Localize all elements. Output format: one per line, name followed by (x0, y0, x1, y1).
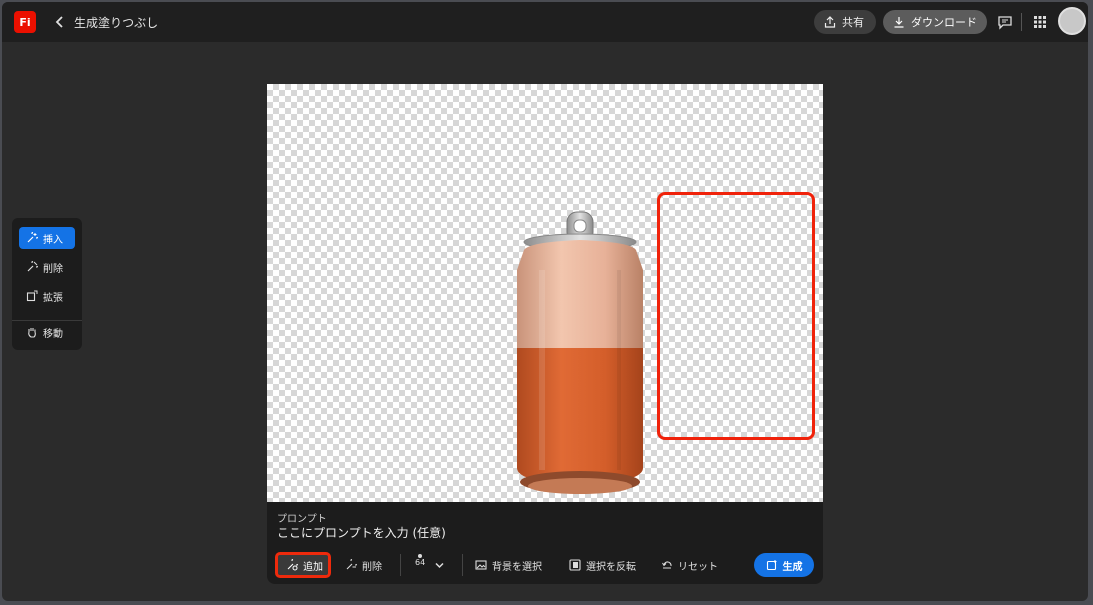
remove-brush-icon (345, 559, 357, 571)
tool-remove-label: 削除 (43, 263, 63, 275)
tool-insert-label: 挿入 (43, 234, 63, 246)
select-background-button[interactable]: 背景を選択 (475, 554, 542, 576)
generate-icon (766, 559, 778, 571)
prompt-input[interactable]: ここにプロンプトを入力 (任意) (277, 524, 446, 541)
tool-move-label: 移動 (43, 328, 63, 340)
remove-label: 削除 (362, 561, 382, 573)
prompt-label: プロンプト (277, 514, 327, 525)
selection-marquee[interactable] (657, 192, 815, 440)
app-logo: Fi (14, 11, 36, 33)
insert-icon (26, 232, 38, 244)
chevron-down-icon[interactable] (435, 554, 444, 576)
reset-label: リセット (678, 561, 718, 573)
share-icon (824, 16, 836, 28)
add-brush-icon (286, 559, 298, 571)
tool-expand-label: 拡張 (43, 292, 63, 304)
invert-selection-button[interactable]: 選択を反転 (569, 554, 636, 576)
download-button[interactable]: ダウンロード (883, 10, 987, 34)
tool-remove[interactable]: 削除 (19, 256, 75, 278)
invert-selection-label: 選択を反転 (586, 561, 636, 573)
brush-size-control[interactable]: 64 (415, 554, 425, 578)
brush-size-value: 64 (415, 558, 426, 567)
tool-panel: 挿入 削除 拡張 移動 (12, 218, 82, 350)
share-button[interactable]: 共有 (814, 10, 876, 34)
chevron-left-icon[interactable] (52, 12, 68, 32)
share-label: 共有 (842, 16, 864, 29)
select-background-label: 背景を選択 (492, 561, 542, 573)
header-divider (1021, 13, 1022, 31)
reset-button[interactable]: リセット (661, 554, 718, 576)
reset-icon (661, 559, 673, 571)
page-title: 生成塗りつぶし (74, 16, 159, 30)
top-bar: Fi 生成塗りつぶし 共有 ダウンロード (2, 2, 1088, 42)
remove-button[interactable]: 削除 (345, 554, 382, 576)
download-icon (893, 16, 905, 28)
app-window: Fi 生成塗りつぶし 共有 ダウンロード 挿入 削除 拡張 移動 プロンプト こ… (2, 2, 1088, 601)
prompt-divider (400, 554, 401, 576)
generate-label: 生成 (782, 561, 803, 573)
tool-move[interactable]: 移動 (19, 321, 75, 343)
generate-button[interactable]: 生成 (754, 553, 814, 577)
remove-icon (26, 261, 38, 273)
prompt-bar: プロンプト ここにプロンプトを入力 (任意) 追加 削除 64 背景を選択 選択… (267, 502, 823, 584)
image-canvas[interactable] (267, 84, 823, 504)
add-button[interactable]: 追加 (275, 552, 331, 578)
invert-icon (569, 559, 581, 571)
download-label: ダウンロード (911, 16, 977, 29)
comment-icon[interactable] (997, 14, 1013, 30)
hand-icon (26, 326, 38, 338)
tool-insert[interactable]: 挿入 (19, 227, 75, 249)
add-label: 追加 (303, 561, 323, 573)
tool-expand[interactable]: 拡張 (19, 285, 75, 307)
apps-grid-icon[interactable] (1032, 14, 1048, 30)
expand-icon (26, 290, 38, 302)
image-icon (475, 559, 487, 571)
avatar[interactable] (1058, 7, 1086, 35)
prompt-divider (462, 554, 463, 576)
